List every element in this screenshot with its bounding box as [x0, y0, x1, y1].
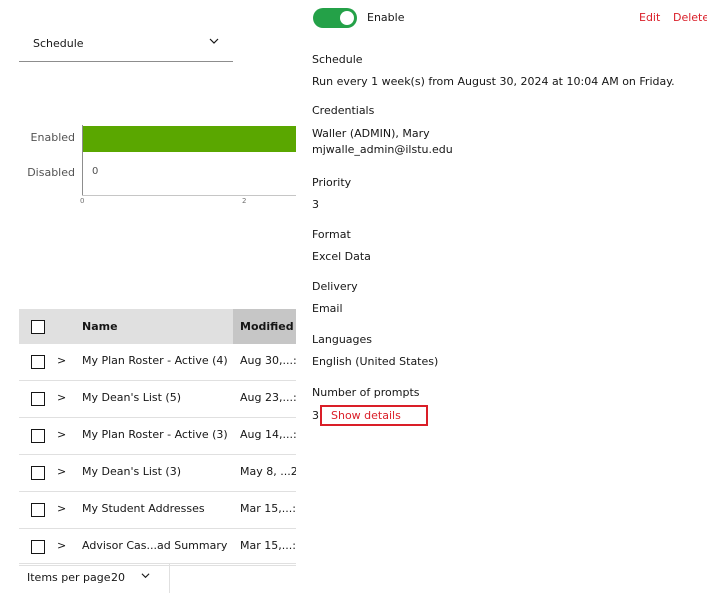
table-row[interactable]: > My Plan Roster - Active (4) Aug 30,...… — [19, 344, 296, 381]
expand-chevron-icon[interactable]: > — [57, 539, 66, 552]
row-name[interactable]: Advisor Cas...ad Summary — [82, 539, 227, 552]
filter-dropdown[interactable]: Schedule — [19, 27, 233, 62]
row-modified: Mar 15,...: — [240, 502, 296, 515]
row-checkbox[interactable] — [31, 466, 45, 480]
row-name[interactable]: My Plan Roster - Active (4) — [82, 354, 228, 367]
expand-chevron-icon[interactable]: > — [57, 391, 66, 404]
row-modified: May 8, ...2 — [240, 465, 296, 478]
enable-toggle-label: Enable — [367, 11, 405, 24]
priority-value: 3 — [312, 198, 319, 211]
credentials-email: mjwalle_admin@ilstu.edu — [312, 143, 453, 156]
row-checkbox[interactable] — [31, 392, 45, 406]
schedule-label: Schedule — [312, 53, 363, 66]
row-checkbox[interactable] — [31, 429, 45, 443]
languages-label: Languages — [312, 333, 373, 346]
row-name[interactable]: My Dean's List (5) — [82, 391, 181, 404]
expand-chevron-icon[interactable]: > — [57, 465, 66, 478]
row-modified: Aug 30,...: — [240, 354, 296, 367]
format-label: Format — [312, 228, 351, 241]
row-modified: Mar 15,...: — [240, 539, 296, 552]
chart-category-label: Disabled — [27, 166, 75, 179]
enable-toggle[interactable] — [313, 8, 357, 28]
chart-x-axis — [82, 195, 296, 196]
credentials-name: Waller (ADMIN), Mary — [312, 127, 430, 140]
list-panel: Schedule Enabled Disabled 0 0 2 Name Mod… — [0, 0, 296, 593]
expand-chevron-icon[interactable]: > — [57, 354, 66, 367]
chevron-down-icon — [209, 38, 219, 44]
delivery-value: Email — [312, 302, 343, 315]
priority-label: Priority — [312, 176, 352, 189]
row-name[interactable]: My Student Addresses — [82, 502, 205, 515]
column-header-modified[interactable]: Modified — [240, 320, 294, 333]
prompts-label: Number of prompts — [312, 386, 420, 399]
row-modified: Aug 23,...: — [240, 391, 296, 404]
column-header-name[interactable]: Name — [82, 320, 118, 333]
row-modified: Aug 14,...: — [240, 428, 296, 441]
row-checkbox[interactable] — [31, 503, 45, 517]
table-row[interactable]: > My Student Addresses Mar 15,...: — [19, 492, 296, 529]
toggle-knob — [340, 11, 354, 25]
table-header: Name Modified — [19, 309, 296, 344]
schedule-value: Run every 1 week(s) from August 30, 2024… — [312, 75, 675, 88]
select-all-checkbox[interactable] — [31, 320, 45, 334]
prompts-value: 3 — [312, 409, 319, 422]
expand-chevron-icon[interactable]: > — [57, 428, 66, 441]
row-checkbox[interactable] — [31, 355, 45, 369]
reports-table: Name Modified > My Plan Roster - Active … — [19, 309, 296, 566]
row-name[interactable]: My Dean's List (3) — [82, 465, 181, 478]
table-row[interactable]: > My Dean's List (5) Aug 23,...: — [19, 381, 296, 418]
table-row[interactable]: > My Plan Roster - Active (3) Aug 14,...… — [19, 418, 296, 455]
details-panel: Enable Edit Delete Schedule Run every 1 … — [296, 0, 707, 593]
items-per-page-label: Items per page — [27, 571, 111, 584]
edit-link[interactable]: Edit — [639, 11, 660, 24]
chart-tick-label: 0 — [80, 197, 85, 205]
chart-tick-label: 2 — [242, 197, 247, 205]
row-name[interactable]: My Plan Roster - Active (3) — [82, 428, 228, 441]
chevron-down-icon[interactable] — [141, 571, 150, 580]
format-value: Excel Data — [312, 250, 371, 263]
chart-data-label: 0 — [92, 166, 99, 177]
pagination-bar: Items per page 20 — [19, 563, 296, 593]
credentials-label: Credentials — [312, 104, 375, 117]
items-per-page-select[interactable]: 20 — [111, 571, 125, 584]
chart-category-label: Enabled — [30, 131, 75, 144]
show-details-link[interactable]: Show details — [331, 409, 401, 422]
table-row[interactable]: > My Dean's List (3) May 8, ...2 — [19, 455, 296, 492]
languages-value: English (United States) — [312, 355, 439, 368]
chart-bar-enabled[interactable] — [83, 126, 296, 152]
pagination-divider — [169, 564, 170, 593]
expand-chevron-icon[interactable]: > — [57, 502, 66, 515]
table-row[interactable]: > Advisor Cas...ad Summary Mar 15,...: — [19, 529, 296, 566]
row-checkbox[interactable] — [31, 540, 45, 554]
filter-dropdown-value: Schedule — [33, 37, 84, 50]
delivery-label: Delivery — [312, 280, 358, 293]
delete-link[interactable]: Delete — [673, 11, 707, 24]
